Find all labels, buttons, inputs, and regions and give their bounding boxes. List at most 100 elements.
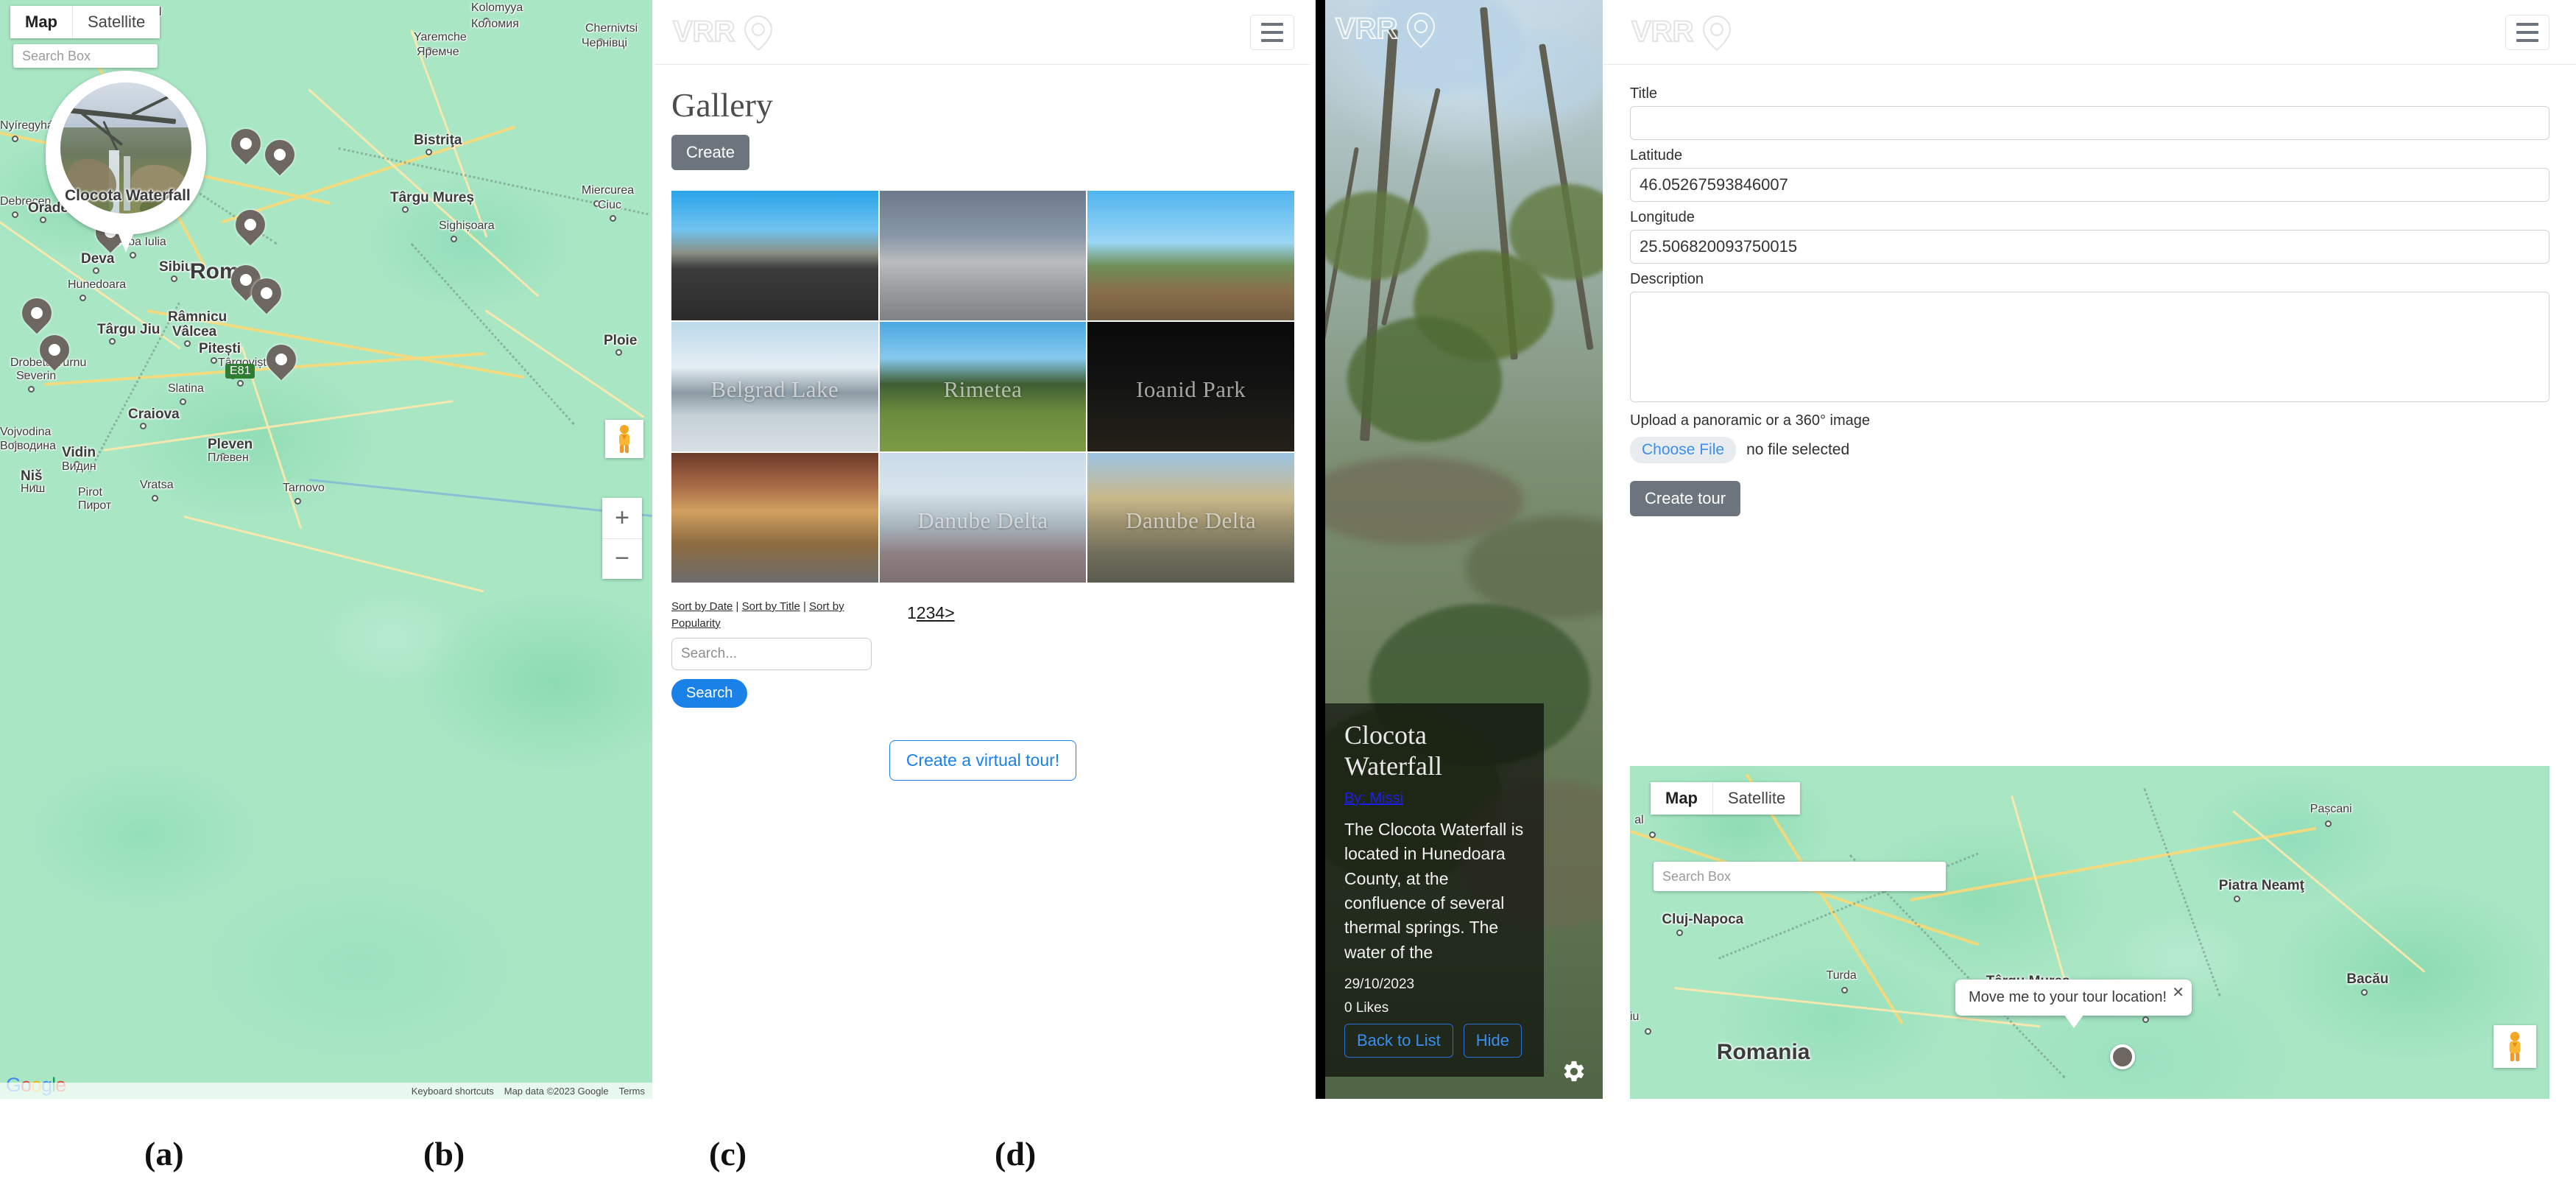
map-city-label: Târgu Mureș [390,190,475,205]
choose-file-button[interactable]: Choose File [1630,437,1737,463]
gallery-search-button[interactable]: Search [671,679,748,708]
map-location-pin[interactable] [33,328,76,376]
gallery-item[interactable] [671,453,878,583]
gallery-search-input[interactable]: Search... [671,638,872,670]
mini-map-city-label: Pașcani [2309,802,2352,815]
map-location-pin[interactable] [258,133,301,181]
gallery-item-caption: Rimetea [943,376,1023,402]
location-picker-map[interactable]: alCluj-NapocaTurdaTârgu MureșPașcaniPiat… [1630,766,2549,1099]
map-type-satellite[interactable]: Satellite [72,6,160,38]
google-map-canvas[interactable]: UzhhorodKolomyyaКоломияYaremcheЯремчеChe… [0,0,652,1099]
form-field-input[interactable]: 46.05267593846007 [1630,168,2549,202]
mini-map-type-map[interactable]: Map [1651,782,1712,815]
mini-map-search-input[interactable]: Search Box [1654,862,1946,891]
gallery-item[interactable]: Danube Delta [879,453,1087,583]
draggable-location-marker[interactable] [2110,1044,2135,1069]
sort-by-title-link[interactable]: Sort by Title [742,600,800,613]
pin-hole [240,138,252,150]
mini-map-city-dot [2361,989,2368,996]
map-city-dot [451,236,457,242]
map-type-control[interactable]: Map Satellite [10,6,160,38]
pin-hole [275,354,287,365]
gallery-item[interactable] [879,191,1087,320]
gallery-item-caption: Belgrad Lake [710,376,839,402]
pagination[interactable]: 1234> [907,599,955,623]
sort-by-date-link[interactable]: Sort by Date [671,600,733,613]
hide-button[interactable]: Hide [1463,1024,1522,1058]
form-field-input[interactable]: 25.506820093750015 [1630,230,2549,264]
menu-toggle-button-b[interactable] [1250,14,1294,50]
map-city-dot [12,136,18,142]
upload-instruction: Upload a panoramic or a 360° image [1630,412,1870,429]
sort-links[interactable]: Sort by Date | Sort by Title | Sort by P… [671,599,892,632]
zoom-out-button[interactable]: − [602,539,642,580]
bubble-place-label: Clocota Waterfall [65,187,191,204]
pagination-link[interactable]: > [945,603,954,622]
menu-toggle-button-d[interactable] [2505,14,2549,50]
keyboard-shortcuts-link[interactable]: Keyboard shortcuts [412,1086,494,1097]
gallery-item[interactable]: Belgrad Lake [671,322,878,451]
map-city-label: Craiova [128,407,180,422]
map-zoom-control[interactable]: + − [602,498,642,579]
create-tour-button[interactable]: Create tour [1630,481,1741,516]
map-location-pin[interactable] [229,203,272,251]
map-info-bubble[interactable] [46,71,206,255]
form-fields: Title Latitude 46.05267593846007 Longitude 2… [1630,85,2549,264]
tooltip-close-icon[interactable]: ✕ [2172,983,2184,1002]
gallery-item[interactable]: Ioanid Park [1087,322,1294,451]
map-location-pin[interactable] [15,292,58,340]
panel-caption: (b) [423,1135,465,1172]
gallery-grid[interactable]: Belgrad Lake Rimetea Ioanid Park Danube Del… [671,191,1294,583]
tooltip-tail [2064,1015,2083,1028]
pagination-link[interactable]: 2 [917,603,926,622]
pagination-link[interactable]: 4 [935,603,945,622]
hamburger-line [1261,30,1283,34]
mini-map-city-label: Cluj-Napoca [1662,912,1744,928]
pagination-link[interactable]: 1 [907,603,917,622]
map-location-pin[interactable] [225,122,267,170]
pagination-link[interactable]: 3 [926,603,936,622]
file-status-text: no file selected [1746,441,1850,458]
create-virtual-tour-button[interactable]: Create a virtual tour! [889,740,1077,781]
map-city-dot [426,149,432,155]
tour-info-card: Clocota Waterfall By: Missi The Clocota … [1325,703,1544,1077]
settings-gear-icon[interactable] [1562,1059,1587,1084]
brand-logo-b[interactable]: VRR [671,12,782,53]
form-field-input[interactable] [1630,106,2549,140]
gallery-search-placeholder: Search... [681,646,738,661]
mini-map-city-label: Turda [1826,968,1857,982]
mini-map-type-satellite[interactable]: Satellite [1712,782,1800,815]
mini-map-type-control[interactable]: Map Satellite [1651,782,1801,815]
description-textarea[interactable] [1630,292,2549,402]
map-city-dot [109,338,116,345]
street-view-pegman[interactable] [605,420,643,458]
map-location-pin[interactable] [245,272,288,320]
map-search-input[interactable]: Search Box [13,44,158,68]
create-button[interactable]: Create [671,135,750,170]
gallery-item[interactable] [671,191,878,320]
terms-link[interactable]: Terms [619,1086,645,1097]
zoom-in-button[interactable]: + [602,498,642,538]
description-label: Description [1630,271,1704,287]
gallery-item-caption: Danube Delta [917,507,1048,533]
gallery-item[interactable] [1087,191,1294,320]
brand-logo-d[interactable]: VRR [1630,12,1740,53]
tour-author-link[interactable]: By: Missi [1344,790,1403,807]
gallery-item[interactable]: Rimetea [879,322,1087,451]
map-city-label: Bistriţa [414,133,462,148]
map-city-label: Slatina [168,382,204,395]
map-location-pin[interactable] [260,338,303,386]
panorama-viewer[interactable]: Clocota Waterfall By: Missi The Clocota … [1325,0,1603,1099]
mini-map-city-dot [2142,1016,2149,1024]
map-city-label: Војводина [0,440,56,452]
mini-map-pegman[interactable] [2494,1025,2536,1068]
map-city-label: Чернівці [582,37,628,49]
map-type-map[interactable]: Map [10,6,72,38]
sort-sep: | [733,600,742,613]
drag-marker-tooltip-text: Move me to your tour location! [1969,989,2167,1005]
back-to-list-button[interactable]: Back to List [1344,1024,1453,1058]
map-city-label: Видин [62,460,96,473]
gallery-item[interactable]: Danube Delta [1087,453,1294,583]
map-data-attribution: Map data ©2023 Google [504,1085,609,1097]
map-city-dot [237,380,244,387]
